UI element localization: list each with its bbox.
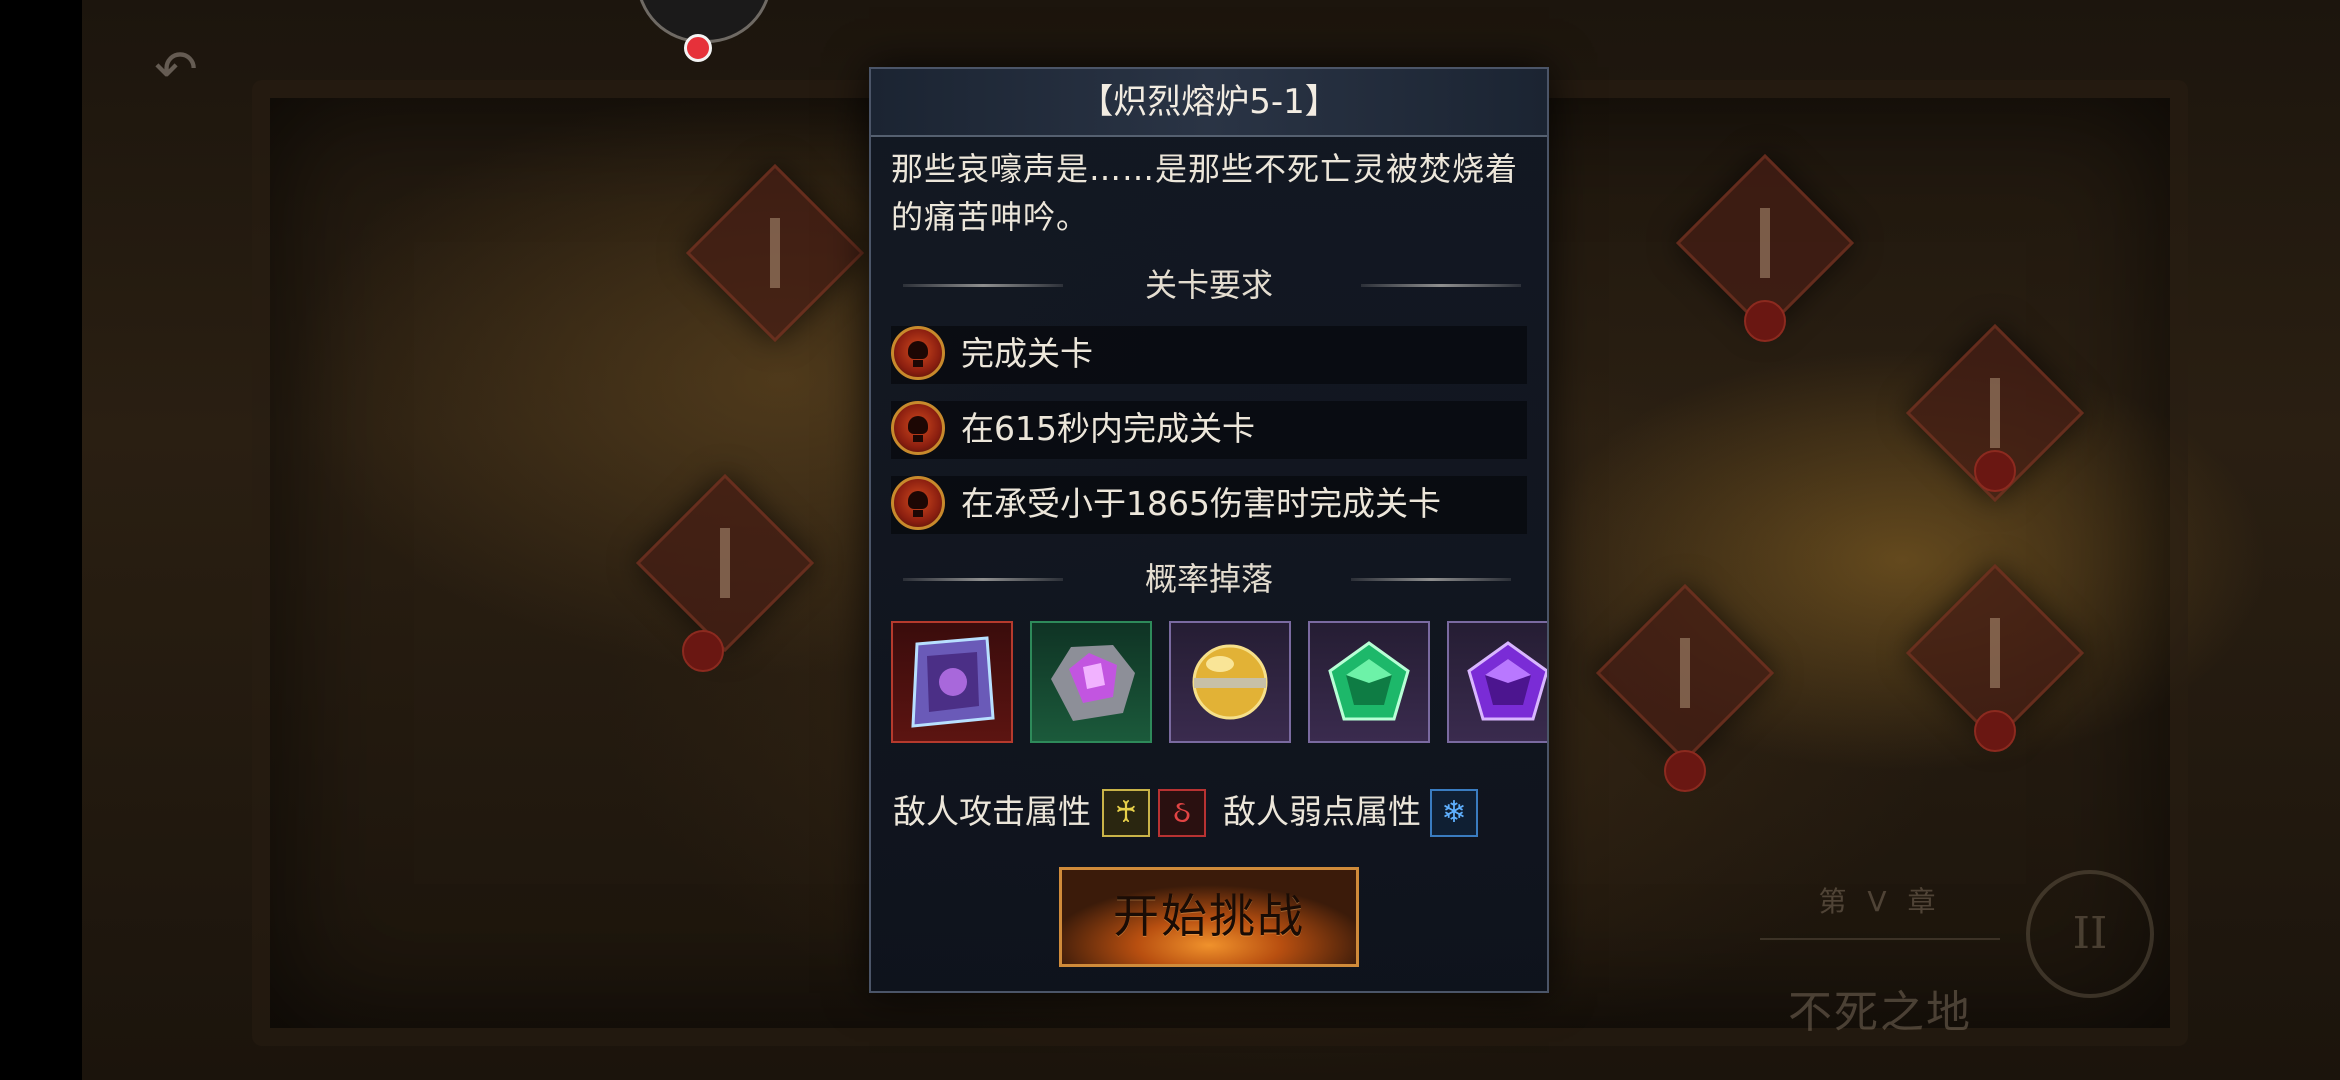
requirements-title: 关卡要求: [1144, 266, 1273, 304]
requirements-header: 关卡要求: [871, 265, 1547, 305]
divider: [903, 284, 1063, 287]
notification-dot: [684, 34, 712, 62]
chapter-label: 第 V 章: [1818, 885, 1942, 918]
map-node[interactable]: [635, 473, 815, 653]
golden-orb-icon: [1192, 644, 1268, 720]
divider: [1351, 578, 1511, 581]
drop-list: [891, 621, 1547, 747]
rainbow-crystal-icon: [911, 636, 995, 728]
drop-item[interactable]: [1308, 621, 1430, 743]
drops-title: 概率掉落: [1144, 560, 1273, 598]
dialog-title: 【炽烈熔炉5-1】: [871, 69, 1547, 137]
chapter-name: 不死之地: [1788, 987, 1972, 1038]
map-node-marker: [682, 630, 724, 672]
start-challenge-button[interactable]: 开始挑战: [1059, 867, 1359, 967]
enemy-weakness-label: 敌人弱点属性: [1223, 792, 1421, 831]
green-gem-icon: [1328, 641, 1410, 721]
fire-icon[interactable]: ઠ: [1158, 789, 1206, 837]
enemy-attributes: 敌人攻击属性: [893, 787, 1091, 837]
skull-icon: [891, 326, 945, 380]
requirement-text: 在615秒内完成关卡: [961, 409, 1255, 448]
drop-item[interactable]: [1169, 621, 1291, 743]
map-node-marker: [1664, 750, 1706, 792]
map-node[interactable]: [1595, 583, 1775, 763]
enemy-attack-label: 敌人攻击属性: [893, 792, 1091, 831]
drop-item[interactable]: [1447, 621, 1547, 743]
divider: [1760, 938, 2000, 940]
chapter-info: 第 V 章 不死之地: [1760, 880, 2000, 1040]
drop-item[interactable]: [891, 621, 1013, 743]
map-node[interactable]: [685, 163, 865, 343]
divider: [903, 578, 1063, 581]
drops-header: 概率掉落: [871, 559, 1547, 599]
purple-ore-icon: [1051, 645, 1135, 721]
chapter-emblem-icon[interactable]: II: [2026, 870, 2154, 998]
requirement-row: 完成关卡: [891, 326, 1527, 384]
divider: [1361, 284, 1521, 287]
requirement-row: 在承受小于1865伤害时完成关卡: [891, 476, 1527, 534]
stage-info-dialog: 【炽烈熔炉5-1】 那些哀嚎声是……是那些不死亡灵被焚烧着的痛苦呻吟。 关卡要求…: [869, 67, 1549, 993]
skull-icon: [891, 401, 945, 455]
requirement-row: 在615秒内完成关卡: [891, 401, 1527, 459]
skull-icon: [891, 476, 945, 530]
map-node-marker: [1974, 710, 2016, 752]
back-icon[interactable]: ↶: [146, 40, 206, 100]
purple-gem-icon: [1467, 641, 1547, 721]
map-node-marker: [1744, 300, 1786, 342]
stage-description: 那些哀嚎声是……是那些不死亡灵被焚烧着的痛苦呻吟。: [891, 150, 1519, 236]
sword-icon[interactable]: ♰: [1102, 789, 1150, 837]
map-node-marker: [1974, 450, 2016, 492]
drop-item[interactable]: [1030, 621, 1152, 743]
enemy-weakness: 敌人弱点属性: [1223, 787, 1421, 837]
requirement-text: 在承受小于1865伤害时完成关卡: [961, 484, 1441, 523]
requirement-text: 完成关卡: [961, 334, 1093, 373]
ice-icon[interactable]: ❄: [1430, 789, 1478, 837]
